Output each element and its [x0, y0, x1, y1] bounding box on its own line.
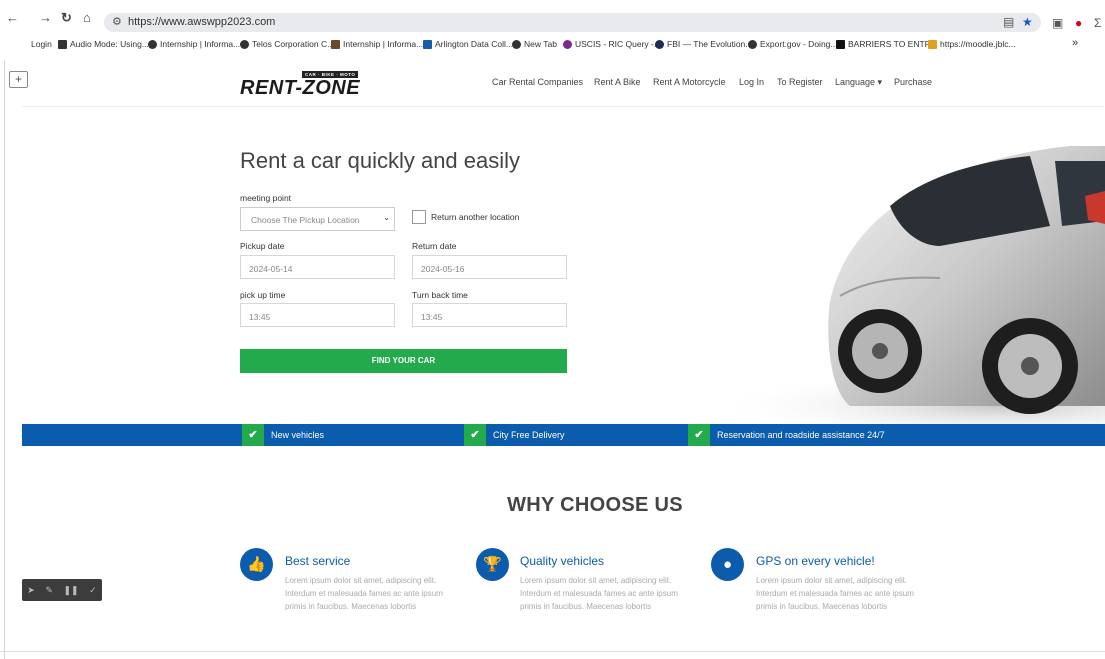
url-text[interactable]: https://www.awswpp2023.com [128, 16, 275, 28]
bookmarks-bar: Login Audio Mode: Using... Internship | … [0, 36, 1105, 56]
chevron-down-icon: ⌄ [383, 213, 390, 222]
nav-rent-a-motorcycle[interactable]: Rent A Motorcycle [653, 77, 726, 87]
back-icon[interactable]: ← [6, 11, 19, 25]
bookmark-item[interactable]: Telos Corporation C... [240, 39, 334, 49]
hero-title: Rent a car quickly and easily [240, 148, 521, 173]
bookmark-item[interactable]: USCIS - RIC Query -... [563, 39, 661, 49]
return-date-field[interactable]: 2024-05-16 [412, 255, 567, 279]
feature-label: New vehicles [271, 430, 325, 440]
service-description: Lorem ipsum dolor sit amet, adipiscing e… [520, 576, 678, 611]
pointer-icon[interactable]: ➤ [27, 585, 35, 596]
checkmark-icon[interactable]: ✓ [89, 585, 97, 596]
profile-icon[interactable]: ● [1075, 16, 1082, 30]
service-description: Lorem ipsum dolor sit amet, adipiscing e… [285, 576, 443, 611]
car-image [710, 146, 1105, 426]
reload-icon[interactable]: ↻ [61, 11, 72, 25]
return-another-location-checkbox[interactable] [412, 210, 426, 224]
bookmark-item[interactable]: FBI — The Evolution... [655, 39, 752, 49]
trophy-icon: 🏆 [476, 548, 509, 581]
nav-purchase[interactable]: Purchase [894, 77, 932, 87]
home-icon[interactable]: ⌂ [83, 11, 91, 25]
features-strip: ✔ New vehicles ✔ City Free Delivery ✔ Re… [22, 424, 1105, 446]
logo-tagline: CAR · BIKE · MOTO [302, 71, 359, 78]
pen-icon[interactable]: ✎ [45, 585, 53, 596]
service-title: Quality vehicles [520, 554, 605, 568]
feature-label: City Free Delivery [493, 430, 565, 440]
check-icon: ✔ [242, 424, 264, 446]
nav-log-in[interactable]: Log In [739, 77, 764, 87]
translate-icon[interactable]: ▤ [1003, 15, 1014, 29]
bookmark-star-icon[interactable]: ★ [1022, 15, 1033, 29]
globe-icon [148, 39, 157, 49]
feature-item: ✔ City Free Delivery [464, 424, 565, 446]
moodle-icon [928, 39, 937, 49]
pickup-date-label: Pickup date [240, 241, 285, 251]
bookmark-item[interactable]: https://moodle.jblc... [928, 39, 1016, 49]
pause-icon[interactable]: ❚❚ [64, 585, 79, 596]
map-pin-icon: ● [711, 548, 744, 581]
return-another-location-label: Return another location [431, 212, 520, 222]
briefcase-icon [331, 39, 340, 49]
site-settings-icon[interactable]: ⚙ [112, 15, 122, 28]
uscis-icon [563, 39, 572, 49]
page-bottom-border [0, 651, 1105, 652]
return-date-label: Return date [412, 241, 457, 251]
service-title: GPS on every vehicle! [756, 554, 875, 568]
pickup-location-select[interactable]: Choose The Pickup Location ⌄ [240, 207, 395, 231]
document-icon [836, 39, 845, 49]
data-icon [423, 39, 432, 49]
service-description: Lorem ipsum dolor sit amet, adipiscing e… [756, 576, 914, 611]
audio-icon [58, 39, 67, 49]
nav-car-rental-companies[interactable]: Car Rental Companies [492, 77, 583, 87]
find-your-car-button[interactable]: FIND YOUR CAR [240, 349, 567, 373]
expand-panel-icon[interactable]: + [9, 71, 28, 88]
feature-label: Reservation and roadside assistance 24/7 [717, 430, 885, 440]
bookmark-item[interactable]: Export.gov - Doing... [748, 39, 837, 49]
sidebar-icon[interactable]: Σ [1094, 16, 1101, 30]
pickup-location-value: Choose The Pickup Location [251, 215, 360, 225]
extensions-icon[interactable]: ▣ [1052, 16, 1063, 30]
site-logo[interactable]: RENT-ZONE CAR · BIKE · MOTO [240, 71, 362, 99]
thumbs-up-icon: 👍 [240, 548, 273, 581]
bookmark-item[interactable]: Internship | Informa... [331, 39, 423, 49]
bookmark-item[interactable]: Audio Mode: Using... [58, 39, 149, 49]
pickup-time-field[interactable]: 13:45 [240, 303, 395, 327]
bookmark-item[interactable]: New Tab [512, 39, 557, 49]
globe-icon [748, 39, 757, 49]
bookmark-item[interactable]: Login [31, 39, 52, 49]
pickup-time-label: pick up time [240, 290, 286, 300]
more-bookmarks-button[interactable]: » [1072, 37, 1078, 49]
nav-register[interactable]: To Register [777, 77, 823, 87]
annotation-toolbar: ➤ ✎ ❚❚ ✓ [22, 579, 102, 601]
check-icon: ✔ [688, 424, 710, 446]
meeting-point-label: meeting point [240, 193, 292, 203]
fbi-icon [655, 39, 664, 49]
bookmark-item[interactable]: Arlington Data Coll... [423, 39, 513, 49]
browser-toolbar: ← → ↻ ⌂ ⚙ https://www.awswpp2023.com ▤ ★… [0, 0, 1105, 36]
globe-icon [240, 39, 249, 49]
bookmark-item[interactable]: Internship | Informa... [148, 39, 240, 49]
forward-icon[interactable]: → [39, 11, 52, 25]
nav-rent-a-bike[interactable]: Rent A Bike [594, 77, 641, 87]
feature-item: ✔ New vehicles [242, 424, 324, 446]
pickup-date-field[interactable]: 2024-05-14 [240, 255, 395, 279]
turn-back-time-field[interactable]: 13:45 [412, 303, 567, 327]
why-choose-us-heading: WHY CHOOSE US [507, 494, 683, 516]
feature-item: ✔ Reservation and roadside assistance 24… [688, 424, 885, 446]
bookmark-item[interactable]: BARRIERS TO ENTR... [836, 39, 938, 49]
service-title: Best service [285, 554, 351, 568]
logo-text: RENT-ZONE [240, 77, 361, 99]
globe-icon [512, 39, 521, 49]
page-border [4, 60, 5, 659]
check-icon: ✔ [464, 424, 486, 446]
nav-language-dropdown[interactable]: Language ▾ [835, 77, 882, 88]
turn-back-time-label: Turn back time [412, 290, 468, 300]
address-bar[interactable]: ⚙ https://www.awswpp2023.com ▤ ★ [104, 13, 1041, 32]
